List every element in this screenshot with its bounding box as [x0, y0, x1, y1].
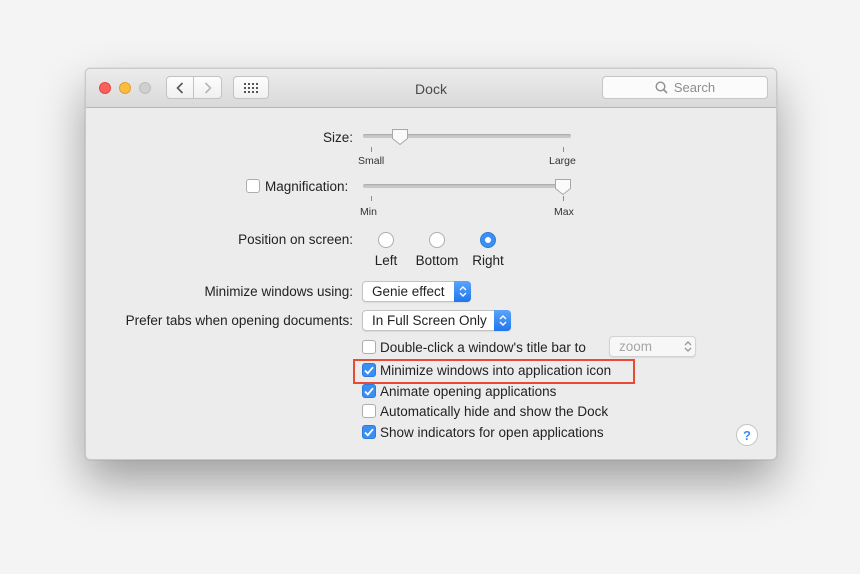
up-down-chevron-icon: [684, 341, 691, 352]
position-left-radio[interactable]: [378, 232, 394, 248]
search-placeholder: Search: [673, 80, 716, 95]
magnification-tick-max: [563, 196, 564, 201]
auto-hide-dock-label: Automatically hide and show the Dock: [380, 404, 609, 419]
dock-preferences-window: Dock Search Size: Small Large Magnificat…: [85, 68, 777, 460]
position-right-radio[interactable]: [480, 232, 496, 248]
highlight-box: [353, 359, 635, 384]
show-indicators-label: Show indicators for open applications: [380, 425, 604, 440]
minimize-effect-value: Genie effect: [372, 284, 445, 299]
double-click-action-stepper[interactable]: [679, 336, 696, 357]
help-button[interactable]: ?: [736, 424, 758, 446]
position-bottom-label: Bottom: [415, 253, 459, 268]
position-bottom-radio[interactable]: [429, 232, 445, 248]
size-max-label: Large: [549, 155, 576, 167]
magnification-slider-knob[interactable]: [554, 178, 572, 196]
auto-hide-dock-checkbox[interactable]: [362, 404, 376, 418]
prefer-tabs-value: In Full Screen Only: [372, 313, 487, 328]
size-slider-knob[interactable]: [391, 128, 409, 146]
checkmark-icon: [364, 387, 374, 396]
prefer-tabs-popup[interactable]: In Full Screen Only: [362, 310, 511, 331]
prefer-tabs-stepper[interactable]: [494, 310, 511, 331]
search-field[interactable]: Search: [602, 76, 768, 99]
double-click-action-popup[interactable]: zoom: [609, 336, 696, 357]
position-left-label: Left: [374, 253, 398, 268]
size-min-label: Small: [358, 155, 385, 167]
animate-opening-apps-checkbox[interactable]: [362, 384, 376, 398]
size-tick-min: [371, 147, 372, 152]
search-icon: [655, 81, 668, 94]
double-click-action-value: zoom: [619, 339, 653, 354]
title-bar: Dock Search: [86, 69, 776, 108]
magnification-max-label: Max: [554, 206, 574, 218]
show-indicators-checkbox[interactable]: [362, 425, 376, 439]
magnification-slider-track[interactable]: [363, 184, 571, 188]
magnification-label: Magnification:: [265, 179, 349, 194]
magnification-checkbox[interactable]: [246, 179, 260, 193]
magnification-min-label: Min: [360, 206, 377, 218]
position-right-label: Right: [472, 253, 504, 268]
minimize-effect-popup[interactable]: Genie effect: [362, 281, 471, 302]
minimize-using-label: Minimize windows using:: [204, 284, 353, 299]
size-tick-max: [563, 147, 564, 152]
double-click-title-bar-label: Double-click a window's title bar to: [380, 340, 586, 355]
checkmark-icon: [364, 428, 374, 437]
size-label: Size:: [322, 130, 353, 145]
prefer-tabs-label: Prefer tabs when opening documents:: [125, 313, 353, 328]
minimize-effect-stepper[interactable]: [454, 281, 471, 302]
double-click-title-bar-checkbox[interactable]: [362, 340, 376, 354]
animate-opening-apps-label: Animate opening applications: [380, 384, 557, 399]
up-down-chevron-icon: [499, 315, 506, 326]
magnification-tick-min: [371, 196, 372, 201]
up-down-chevron-icon: [459, 286, 466, 297]
position-label: Position on screen:: [238, 232, 353, 247]
